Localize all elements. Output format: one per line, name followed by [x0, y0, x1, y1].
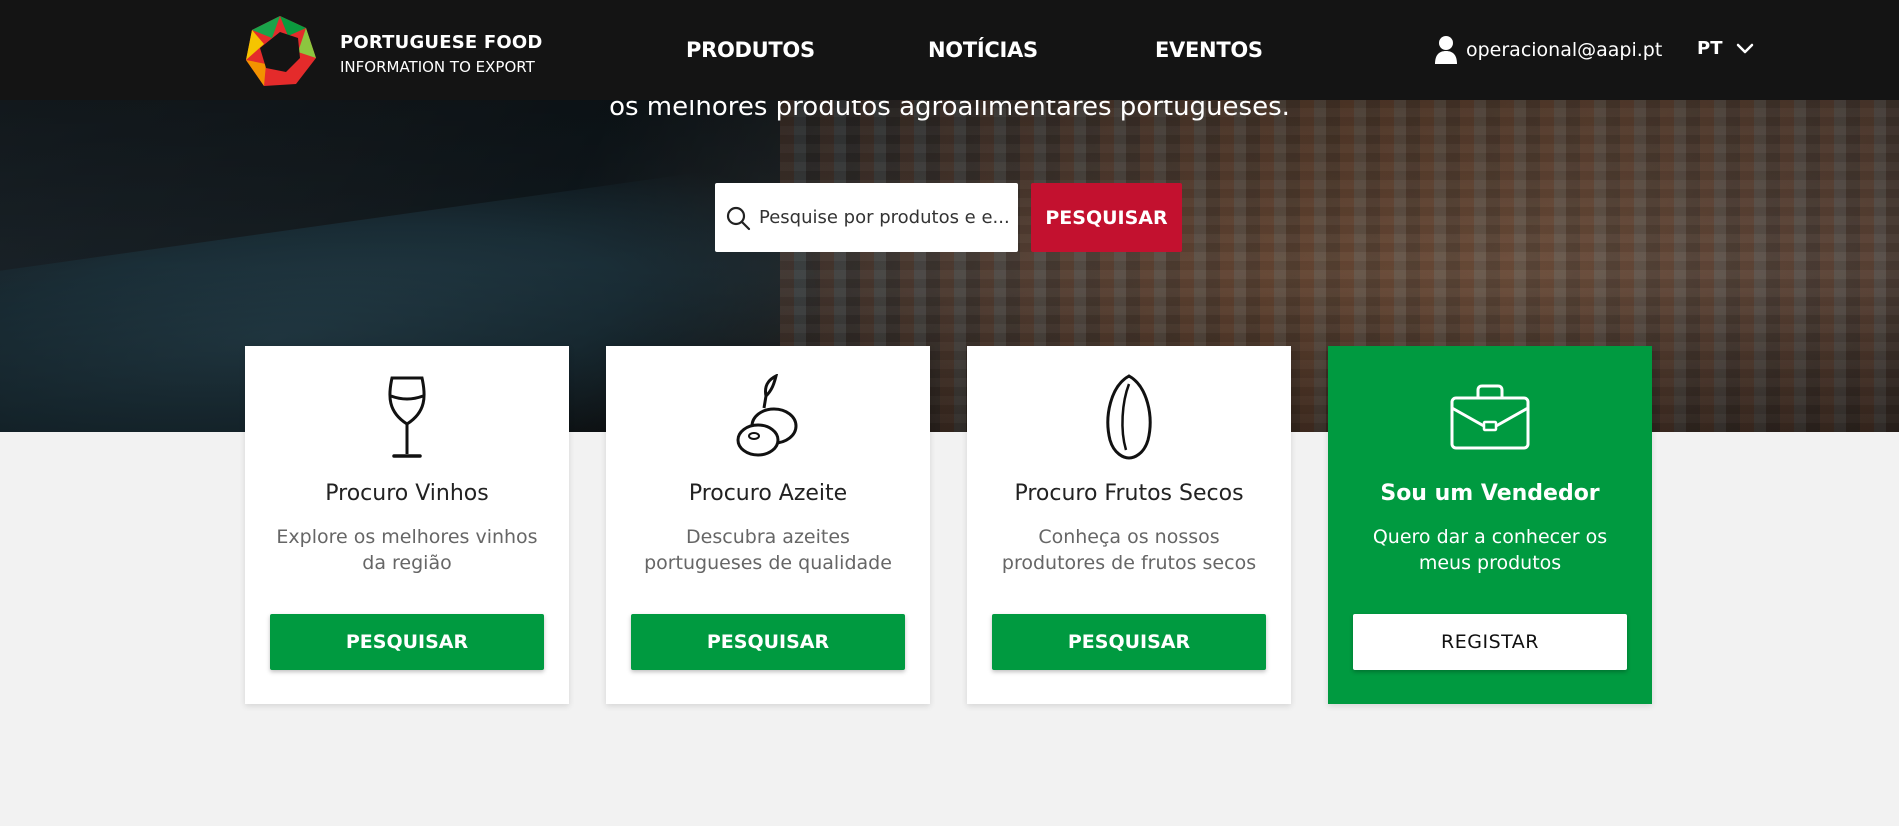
logo-mark-icon	[246, 16, 316, 86]
search-icon	[726, 206, 751, 231]
almond-icon	[1106, 374, 1152, 460]
top-navbar: PORTUGUESE FOOD INFORMATION TO EXPORT PR…	[0, 0, 1899, 100]
search-button[interactable]: PESQUISAR	[1031, 183, 1182, 252]
search-dried-fruits-button[interactable]: PESQUISAR	[992, 614, 1266, 670]
user-icon	[1435, 36, 1457, 64]
card-title: Procuro Azeite	[688, 481, 848, 506]
card-description: Quero dar a conhecer os meus produtos	[1372, 526, 1608, 574]
olives-icon	[736, 374, 798, 457]
card-description: Descubra azeites portugueses de qualidad…	[644, 526, 892, 574]
card-seller: Sou um Vendedor Quero dar a conhecer os …	[1328, 346, 1652, 704]
card-title: Procuro Vinhos	[325, 481, 489, 506]
card-dried-fruits: Procuro Frutos Secos Conheça os nossos p…	[967, 346, 1291, 704]
logo-subtitle: INFORMATION TO EXPORT	[340, 58, 535, 76]
search-olive-oil-button[interactable]: PESQUISAR	[631, 614, 905, 670]
register-button[interactable]: REGISTAR	[1353, 614, 1627, 670]
card-description: Explore os melhores vinhos da região	[276, 526, 538, 574]
wine-glass-icon	[388, 376, 426, 458]
search-wines-button[interactable]: PESQUISAR	[270, 614, 544, 670]
card-wines: Procuro Vinhos Explore os melhores vinho…	[245, 346, 569, 704]
briefcase-icon	[1450, 384, 1530, 450]
site-logo[interactable]: PORTUGUESE FOOD INFORMATION TO EXPORT	[242, 14, 542, 90]
card-title: Procuro Frutos Secos	[1014, 481, 1244, 506]
nav-link-produtos[interactable]: PRODUTOS	[686, 38, 815, 62]
user-email: operacional@aapi.pt	[1466, 39, 1663, 61]
logo-title: PORTUGUESE FOOD	[340, 32, 543, 53]
card-title: Sou um Vendedor	[1380, 481, 1600, 506]
card-olive-oil: Procuro Azeite Descubra azeites portugue…	[606, 346, 930, 704]
search-box[interactable]	[715, 183, 1018, 252]
card-description: Conheça os nossos produtores de frutos s…	[1001, 526, 1257, 574]
nav-link-noticias[interactable]: NOTÍCIAS	[928, 38, 1038, 62]
nav-link-eventos[interactable]: EVENTOS	[1155, 38, 1263, 62]
user-account-menu[interactable]: operacional@aapi.pt	[1434, 34, 1662, 66]
chevron-down-icon	[1737, 43, 1754, 53]
language-selector[interactable]: PT	[1697, 38, 1754, 59]
language-code: PT	[1697, 38, 1723, 59]
search-input[interactable]	[759, 199, 1009, 235]
